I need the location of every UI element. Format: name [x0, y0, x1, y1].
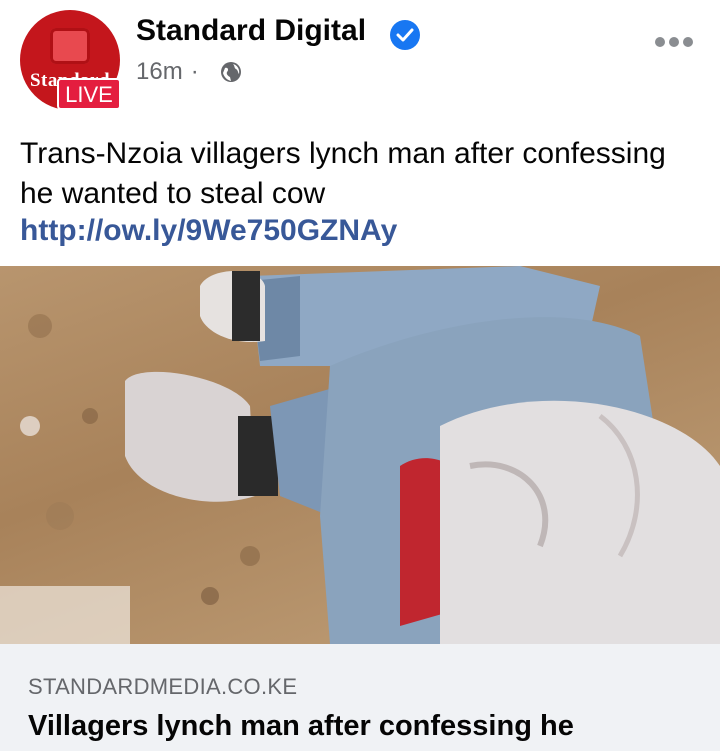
live-badge: LIVE: [57, 78, 121, 110]
post-meta: 16m ·: [136, 58, 207, 86]
globe-icon: [221, 62, 241, 82]
post-link[interactable]: http://ow.ly/9We750GZNAy: [20, 214, 397, 248]
link-preview-title[interactable]: Villagers lynch man after confessing he: [28, 710, 574, 743]
meta-separator: ·: [190, 58, 199, 85]
post-header: Standard LIVE Standard Digital 16m·: [0, 0, 720, 120]
more-options-icon[interactable]: [655, 34, 697, 50]
brand-crest-logo: [50, 28, 90, 64]
page-name[interactable]: Standard Digital: [136, 14, 366, 48]
verified-badge-icon: [390, 20, 420, 50]
link-preview-image[interactable]: [0, 266, 720, 644]
post-time[interactable]: 16m: [136, 58, 183, 85]
link-preview-card[interactable]: STANDARDMEDIA.CO.KE Villagers lynch man …: [0, 644, 720, 751]
link-preview-domain: STANDARDMEDIA.CO.KE: [28, 674, 298, 699]
post-text: Trans-Nzoia villagers lynch man after co…: [20, 137, 666, 210]
